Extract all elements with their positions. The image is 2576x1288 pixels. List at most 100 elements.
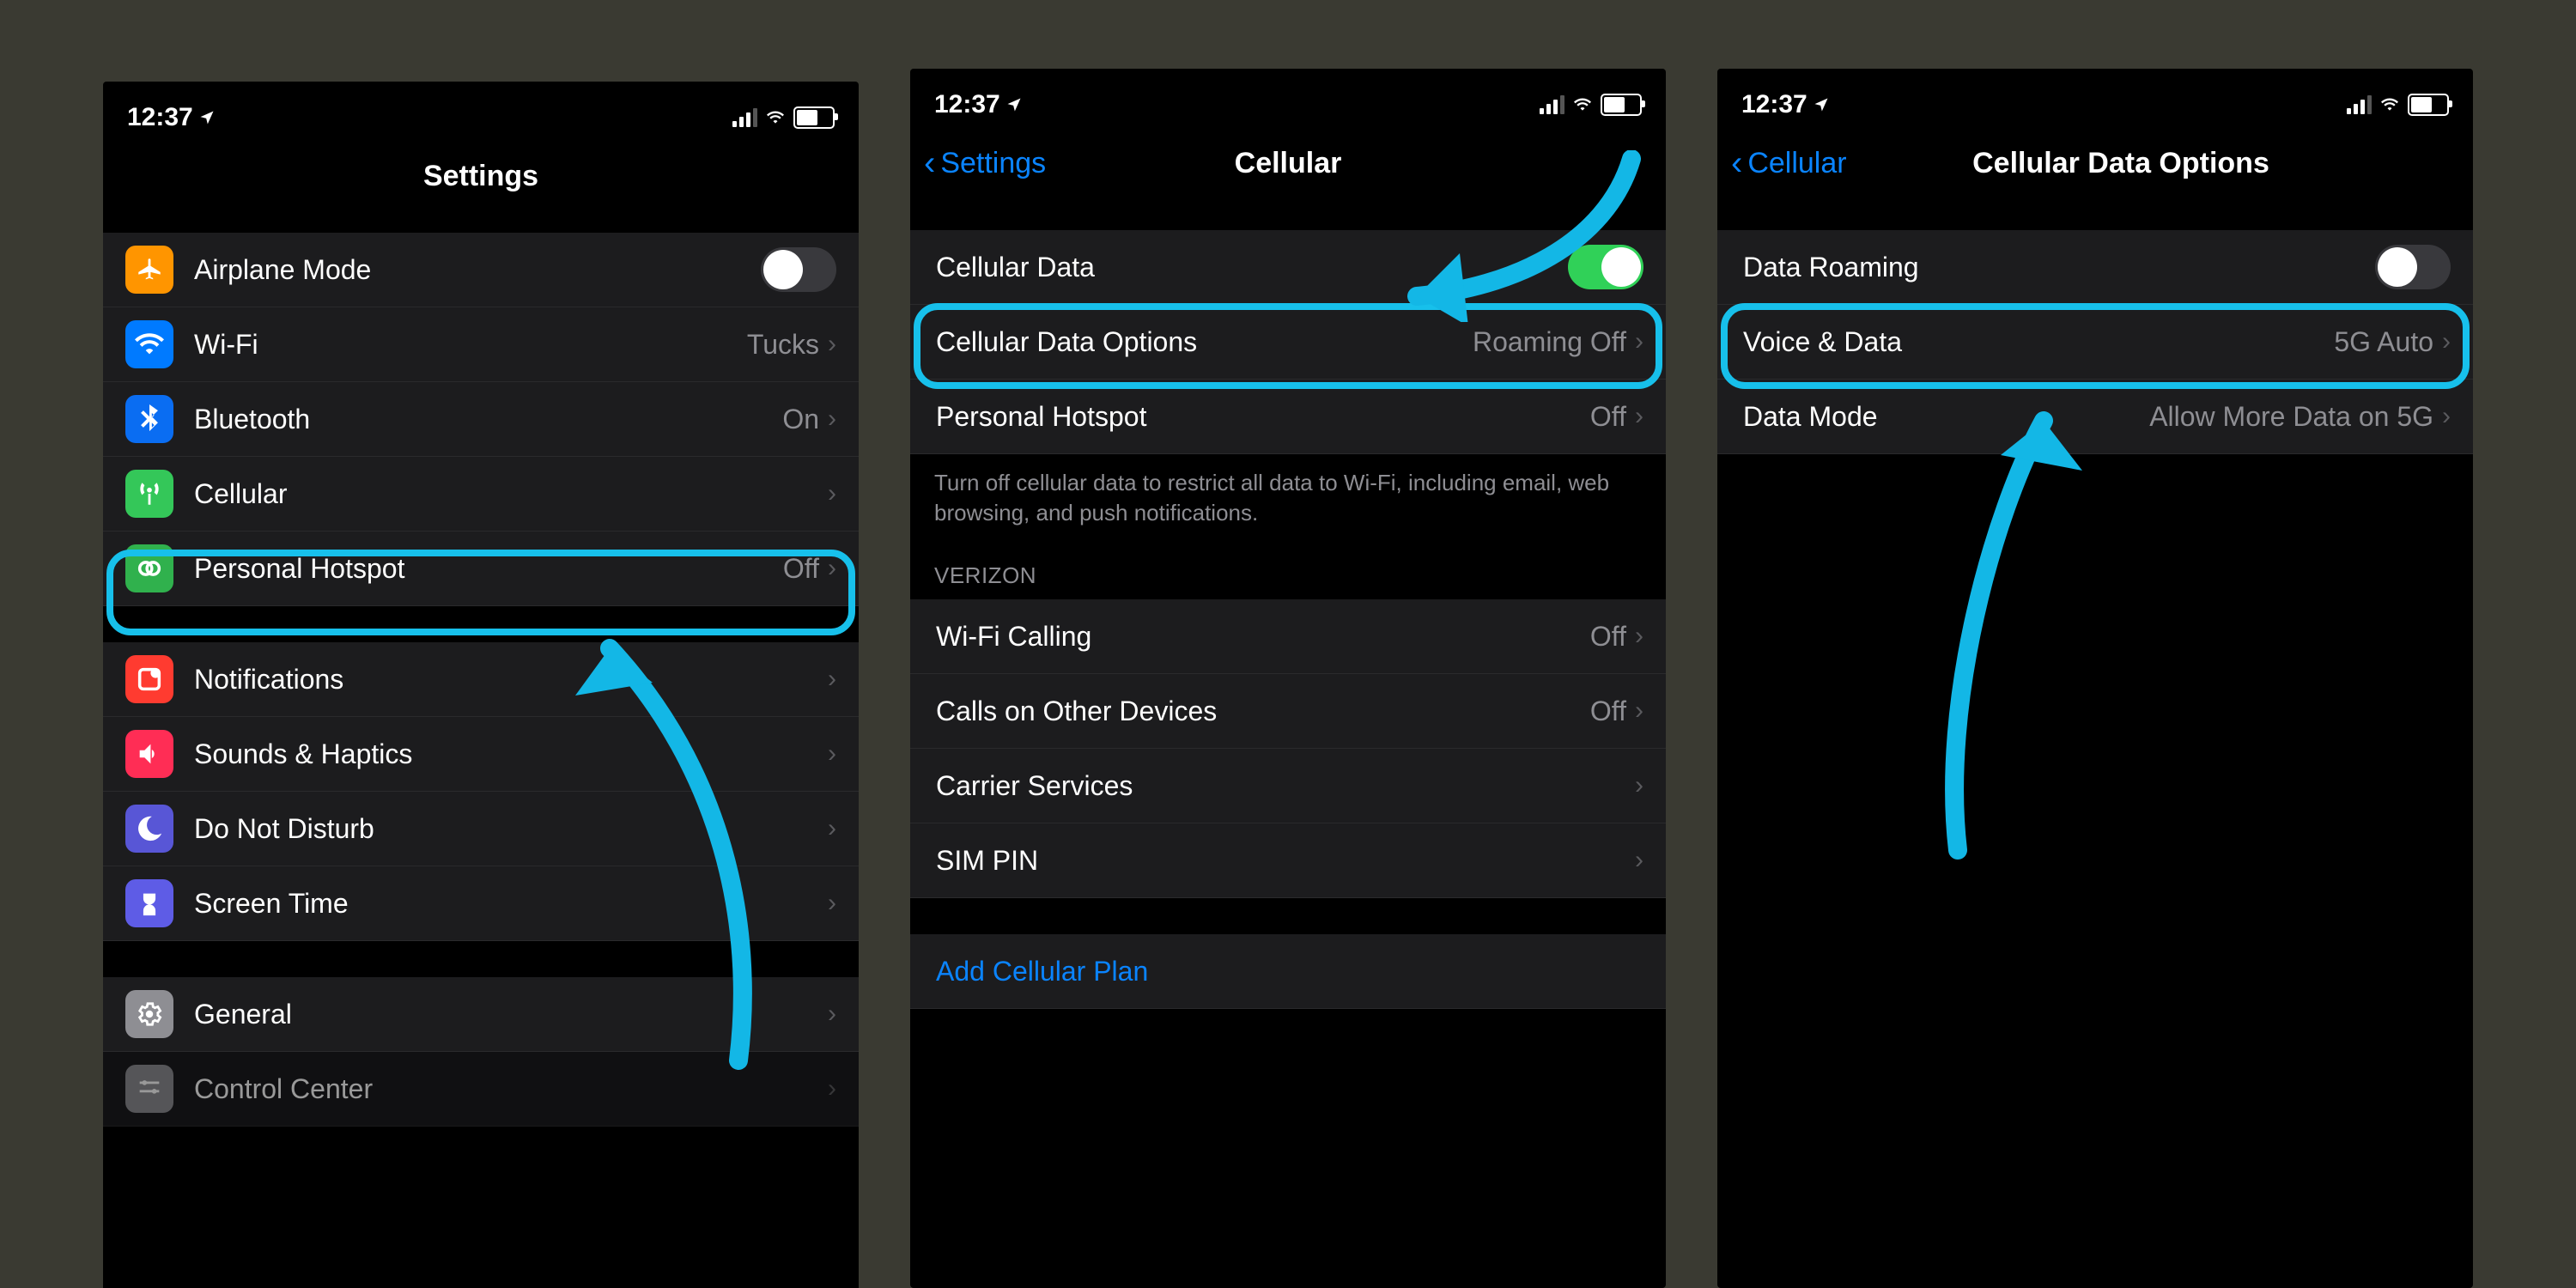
row-label: Carrier Services: [936, 770, 1635, 802]
row-label: Cellular Data Options: [936, 326, 1473, 358]
battery-icon: [1601, 94, 1642, 116]
battery-icon: [793, 106, 835, 129]
back-label: Settings: [940, 147, 1046, 180]
chevron-right-icon: ›: [828, 1074, 836, 1103]
row-bluetooth[interactable]: Bluetooth On ›: [103, 382, 859, 457]
row-label: Control Center: [194, 1073, 828, 1105]
row-calls-other-devices[interactable]: Calls on Other Devices Off ›: [910, 674, 1666, 749]
row-label: Do Not Disturb: [194, 813, 828, 845]
chevron-right-icon: ›: [2442, 402, 2451, 431]
row-value: Tucks: [747, 329, 819, 361]
row-value: Off: [1590, 401, 1626, 433]
chevron-right-icon: ›: [1635, 402, 1643, 431]
cellular-signal-icon: [2347, 95, 2372, 114]
toggle-switch[interactable]: [1568, 245, 1643, 289]
hotspot-icon: [125, 544, 173, 592]
toggle-switch[interactable]: [2375, 245, 2451, 289]
row-cellular-data[interactable]: Cellular Data: [910, 230, 1666, 305]
chevron-left-icon: ‹: [924, 144, 935, 183]
toggle-switch[interactable]: [761, 247, 836, 292]
row-label: Notifications: [194, 664, 828, 696]
back-label: Cellular: [1747, 147, 1846, 180]
row-personal-hotspot[interactable]: Personal Hotspot Off ›: [103, 532, 859, 606]
page-title: Cellular: [1235, 147, 1342, 180]
wifi-status-icon: [764, 109, 787, 126]
row-screen-time[interactable]: Screen Time ›: [103, 866, 859, 941]
general-icon: [125, 990, 173, 1038]
row-airplane-mode[interactable]: Airplane Mode: [103, 233, 859, 307]
navigation-bar: Settings: [103, 145, 859, 207]
chevron-right-icon: ›: [828, 479, 836, 508]
row-voice-and-data[interactable]: Voice & Data 5G Auto ›: [1717, 305, 2473, 380]
row-carrier-services[interactable]: Carrier Services ›: [910, 749, 1666, 823]
location-icon: [198, 109, 216, 126]
page-title: Settings: [423, 160, 538, 193]
row-value: On: [782, 404, 819, 435]
back-button[interactable]: ‹ Cellular: [1731, 132, 1847, 194]
chevron-right-icon: ›: [2442, 327, 2451, 356]
status-bar: 12:37: [1717, 69, 2473, 132]
chevron-right-icon: ›: [1635, 327, 1643, 356]
airplane-icon: [125, 246, 173, 294]
row-label: Personal Hotspot: [194, 553, 783, 585]
row-value: Off: [1590, 621, 1626, 653]
row-label: SIM PIN: [936, 845, 1635, 877]
row-control-center[interactable]: Control Center ›: [103, 1052, 859, 1127]
row-label: Personal Hotspot: [936, 401, 1590, 433]
row-value: 5G Auto: [2334, 326, 2433, 358]
screenshot-cellular-data-options: 12:37 ‹ Cellular Cellular Data Options D…: [1717, 69, 2473, 1288]
cellular-icon: [125, 470, 173, 518]
row-value: Off: [1590, 696, 1626, 727]
row-personal-hotspot[interactable]: Personal Hotspot Off ›: [910, 380, 1666, 454]
row-label: Cellular: [194, 478, 828, 510]
row-cellular[interactable]: Cellular ›: [103, 457, 859, 532]
row-label: Add Cellular Plan: [936, 956, 1643, 987]
row-add-cellular-plan[interactable]: Add Cellular Plan: [910, 934, 1666, 1009]
row-label: Cellular Data: [936, 252, 1568, 283]
chevron-right-icon: ›: [828, 999, 836, 1029]
row-value: Allow More Data on 5G: [2149, 401, 2433, 433]
row-label: Calls on Other Devices: [936, 696, 1590, 727]
row-wifi[interactable]: Wi-Fi Tucks ›: [103, 307, 859, 382]
row-data-mode[interactable]: Data Mode Allow More Data on 5G ›: [1717, 380, 2473, 454]
wifi-icon: [125, 320, 173, 368]
chevron-right-icon: ›: [828, 404, 836, 434]
battery-icon: [2408, 94, 2449, 116]
page-title: Cellular Data Options: [1921, 147, 2269, 180]
footer-note: Turn off cellular data to restrict all d…: [910, 454, 1666, 532]
section-header-carrier: VERIZON: [910, 532, 1666, 599]
status-time: 12:37: [1741, 90, 1807, 119]
back-button[interactable]: ‹ Settings: [924, 132, 1046, 194]
cellular-signal-icon: [1540, 95, 1564, 114]
chevron-right-icon: ›: [828, 330, 836, 359]
row-data-roaming[interactable]: Data Roaming: [1717, 230, 2473, 305]
status-time: 12:37: [127, 103, 193, 132]
row-notifications[interactable]: Notifications ›: [103, 642, 859, 717]
chevron-right-icon: ›: [828, 665, 836, 694]
chevron-right-icon: ›: [828, 554, 836, 583]
cellular-signal-icon: [732, 108, 757, 127]
row-label: Airplane Mode: [194, 254, 761, 286]
row-cellular-data-options[interactable]: Cellular Data Options Roaming Off ›: [910, 305, 1666, 380]
row-label: Voice & Data: [1743, 326, 2334, 358]
row-label: General: [194, 999, 828, 1030]
navigation-bar: ‹ Cellular Cellular Data Options: [1717, 132, 2473, 194]
chevron-right-icon: ›: [1635, 622, 1643, 651]
row-wifi-calling[interactable]: Wi-Fi Calling Off ›: [910, 599, 1666, 674]
chevron-left-icon: ‹: [1731, 144, 1742, 183]
chevron-right-icon: ›: [828, 739, 836, 769]
chevron-right-icon: ›: [828, 814, 836, 843]
status-bar: 12:37: [103, 82, 859, 145]
wifi-status-icon: [2379, 96, 2401, 113]
row-value: Off: [783, 553, 819, 585]
row-label: Data Mode: [1743, 401, 2149, 433]
row-general[interactable]: General ›: [103, 977, 859, 1052]
screentime-icon: [125, 879, 173, 927]
row-sounds-haptics[interactable]: Sounds & Haptics ›: [103, 717, 859, 792]
dnd-icon: [125, 805, 173, 853]
status-bar: 12:37: [910, 69, 1666, 132]
row-do-not-disturb[interactable]: Do Not Disturb ›: [103, 792, 859, 866]
wifi-status-icon: [1571, 96, 1594, 113]
controlcenter-icon: [125, 1065, 173, 1113]
row-sim-pin[interactable]: SIM PIN ›: [910, 823, 1666, 898]
